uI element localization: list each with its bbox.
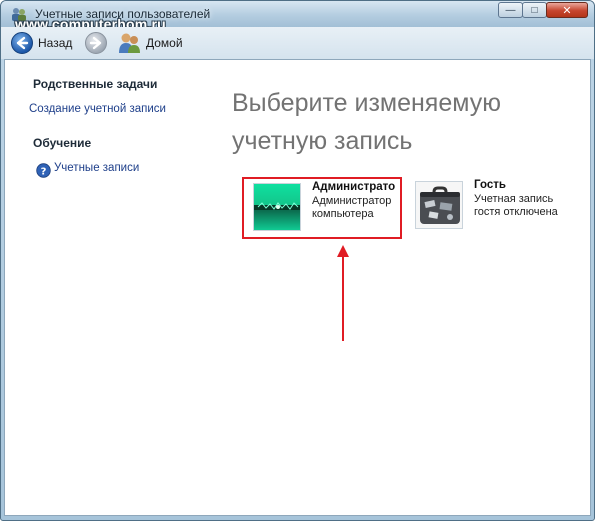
admin-account-tile[interactable]: Администрато Администратор компьютера bbox=[242, 177, 402, 239]
nav-toolbar: Назад Домой bbox=[1, 27, 594, 59]
maximize-button[interactable]: □ bbox=[522, 2, 547, 18]
guest-account-tile[interactable]: Гость Учетная запись гостя отключена bbox=[410, 177, 570, 239]
home-label: Домой bbox=[146, 36, 183, 50]
admin-description: Администратор компьютера bbox=[312, 195, 392, 220]
create-account-link[interactable]: Создание учетной записи bbox=[29, 103, 166, 115]
back-button[interactable]: Назад bbox=[11, 32, 72, 54]
title-bar[interactable]: Учетные записи пользователей www.compute… bbox=[1, 1, 594, 32]
learning-heading: Обучение bbox=[33, 136, 92, 150]
close-button[interactable]: ✕ bbox=[546, 2, 588, 18]
guest-name: Гость bbox=[474, 179, 506, 191]
home-button[interactable]: Домой bbox=[118, 32, 183, 54]
svg-text:?: ? bbox=[41, 167, 47, 178]
minimize-button[interactable]: — bbox=[498, 2, 523, 18]
content-pane: Родственные задачи Создание учетной запи… bbox=[4, 59, 591, 516]
back-arrow-icon bbox=[11, 32, 33, 54]
forward-button[interactable] bbox=[85, 32, 107, 54]
window-controls: — □ ✕ bbox=[498, 2, 588, 19]
related-tasks-heading: Родственные задачи bbox=[33, 77, 158, 91]
accounts-help-link[interactable]: Учетные записи bbox=[54, 162, 139, 174]
admin-picture bbox=[253, 183, 301, 231]
guest-briefcase-picture bbox=[415, 181, 463, 229]
account-window: Учетные записи пользователей www.compute… bbox=[0, 0, 595, 521]
admin-name: Администрато bbox=[312, 181, 395, 193]
home-users-icon bbox=[119, 33, 140, 53]
forward-arrow-icon bbox=[85, 32, 107, 54]
back-label: Назад bbox=[38, 36, 73, 50]
guest-description: Учетная запись гостя отключена bbox=[474, 193, 558, 218]
pointer-arrow bbox=[337, 245, 349, 341]
page-title: Выберите изменяемую учетную запись bbox=[232, 89, 501, 155]
help-icon: ? bbox=[36, 163, 51, 178]
